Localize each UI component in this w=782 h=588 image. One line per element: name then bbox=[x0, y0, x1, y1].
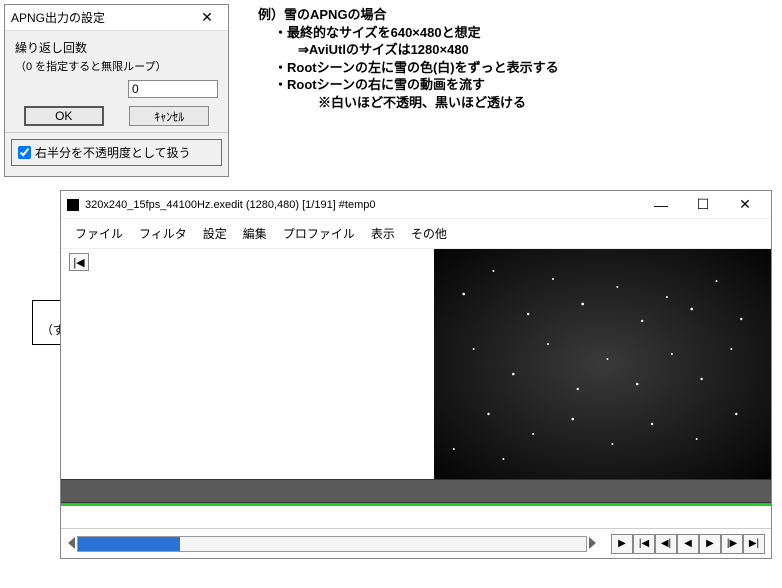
repeat-input[interactable] bbox=[128, 80, 218, 98]
opacity-checkbox-label: 右半分を不透明度として扱う bbox=[35, 144, 191, 161]
maximize-icon[interactable]: ☐ bbox=[683, 193, 723, 217]
minimize-icon[interactable]: — bbox=[641, 193, 681, 217]
explain-line5: ※白いほど不透明、黒いほど透ける bbox=[258, 94, 559, 112]
prev-frame-button[interactable]: ◀| bbox=[655, 534, 677, 554]
preview-menu: ファイル フィルタ 設定 編集 プロファイル 表示 その他 bbox=[61, 219, 771, 249]
dialog-titlebar: APNG出力の設定 ✕ bbox=[5, 5, 228, 31]
app-icon bbox=[67, 199, 79, 211]
explain-line4: ・Rootシーンの右に雪の動画を流す bbox=[258, 76, 559, 94]
explain-line2: ⇒AviUtlのサイズは1280×480 bbox=[258, 41, 559, 59]
playback-buttons: ▶ |◀ ◀| ◀ ▶ |▶ ▶| bbox=[611, 534, 765, 554]
go-end-button[interactable]: ▶| bbox=[743, 534, 765, 554]
content-split bbox=[97, 249, 771, 479]
explain-line1: ・最終的なサイズを640×480と想定 bbox=[258, 24, 559, 42]
menu-filter[interactable]: フィルタ bbox=[133, 223, 193, 244]
explain-heading: 例）雪のAPNGの場合 bbox=[258, 6, 559, 24]
step-back-button[interactable]: ◀ bbox=[677, 534, 699, 554]
play-button[interactable]: ▶ bbox=[611, 534, 633, 554]
seek-right-icon[interactable] bbox=[589, 537, 596, 549]
timeline-strip bbox=[61, 506, 771, 528]
snow-svg bbox=[434, 249, 771, 479]
step-fwd-button[interactable]: ▶ bbox=[699, 534, 721, 554]
preview-window: 320x240_15fps_44100Hz.exedit (1280,480) … bbox=[60, 190, 772, 559]
seek-bar[interactable] bbox=[77, 536, 587, 552]
explanation-text: 例）雪のAPNGの場合 ・最終的なサイズを640×480と想定 ⇒AviUtlの… bbox=[258, 6, 559, 111]
menu-edit[interactable]: 編集 bbox=[237, 223, 273, 244]
playback-area: ▶ |◀ ◀| ◀ ▶ |▶ ▶| bbox=[61, 528, 771, 558]
opacity-checkbox[interactable] bbox=[18, 146, 31, 159]
go-start-button[interactable]: |◀ bbox=[633, 534, 655, 554]
menu-view[interactable]: 表示 bbox=[365, 223, 401, 244]
close-icon[interactable]: ✕ bbox=[725, 193, 765, 217]
preview-main: |◀ bbox=[61, 249, 771, 479]
explain-line3: ・Rootシーンの左に雪の色(白)をずっと表示する bbox=[258, 59, 559, 77]
preview-title: 320x240_15fps_44100Hz.exedit (1280,480) … bbox=[85, 199, 641, 211]
menu-other[interactable]: その他 bbox=[405, 223, 453, 244]
right-pane-snow-video bbox=[434, 249, 771, 479]
menu-settings[interactable]: 設定 bbox=[197, 223, 233, 244]
rewind-button[interactable]: |◀ bbox=[69, 253, 89, 271]
cancel-button[interactable]: ｷｬﾝｾﾙ bbox=[129, 106, 209, 126]
seek-progress bbox=[78, 537, 180, 551]
repeat-label: 繰り返し回数 bbox=[15, 39, 218, 56]
menu-profile[interactable]: プロファイル bbox=[277, 223, 361, 244]
next-frame-button[interactable]: |▶ bbox=[721, 534, 743, 554]
apng-settings-dialog: APNG出力の設定 ✕ 繰り返し回数 （0 を指定すると無限ループ） OK ｷｬ… bbox=[4, 4, 229, 177]
dialog-body: 繰り返し回数 （0 を指定すると無限ループ） OK ｷｬﾝｾﾙ 右半分を不透明度… bbox=[5, 31, 228, 176]
opacity-checkbox-highlight: 右半分を不透明度として扱う bbox=[11, 139, 222, 166]
left-pane-white bbox=[97, 249, 434, 479]
repeat-hint: （0 を指定すると無限ループ） bbox=[15, 58, 218, 74]
close-icon[interactable]: ✕ bbox=[192, 8, 222, 28]
seek-left-icon[interactable] bbox=[68, 537, 75, 549]
dialog-title: APNG出力の設定 bbox=[11, 9, 105, 26]
ok-button[interactable]: OK bbox=[24, 106, 104, 126]
timeline-bar bbox=[61, 479, 771, 503]
divider bbox=[5, 132, 228, 133]
preview-titlebar: 320x240_15fps_44100Hz.exedit (1280,480) … bbox=[61, 191, 771, 219]
menu-file[interactable]: ファイル bbox=[69, 223, 129, 244]
